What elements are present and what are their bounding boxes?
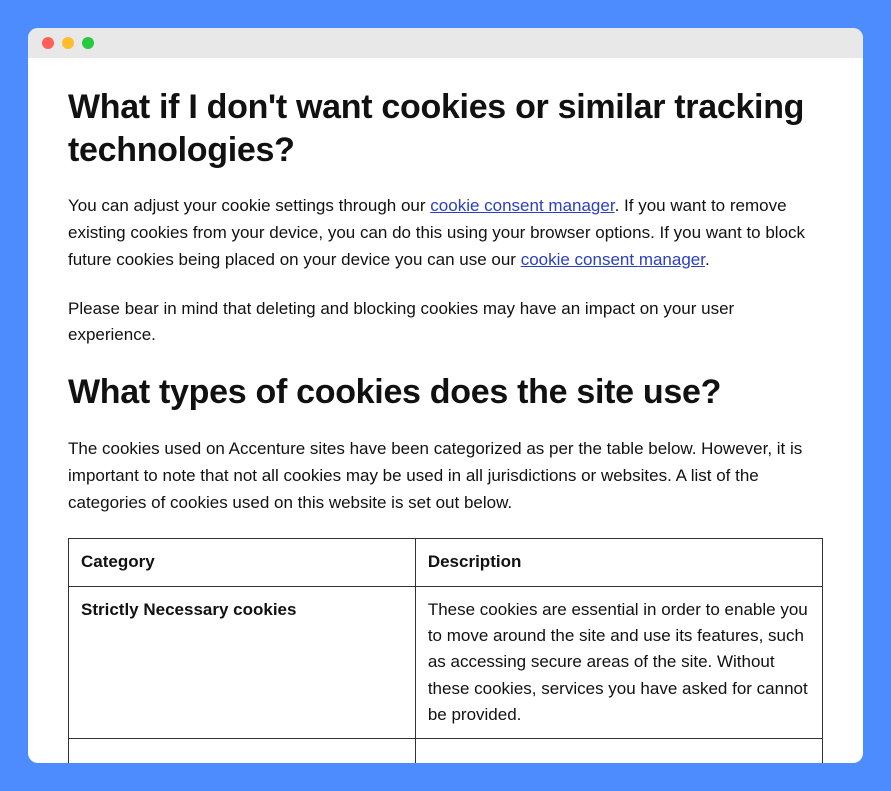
text-fragment: . [705,250,710,269]
section1-paragraph1: You can adjust your cookie settings thro… [68,193,823,274]
text-fragment: You can adjust your cookie settings thro… [68,196,430,215]
table-cell-description [415,739,822,763]
table-header-description: Description [415,539,822,586]
table-header-category: Category [69,539,416,586]
close-icon[interactable] [42,37,54,49]
table-cell-category [69,739,416,763]
table-row: Strictly Necessary cookies These cookies… [69,586,823,739]
cookie-consent-manager-link[interactable]: cookie consent manager [430,196,614,215]
page-content: What if I don't want cookies or similar … [28,58,863,763]
section1-paragraph2: Please bear in mind that deleting and bl… [68,296,823,350]
table-cell-category: Strictly Necessary cookies [69,586,416,739]
window-titlebar [28,28,863,58]
maximize-icon[interactable] [82,37,94,49]
cookie-categories-table: Category Description Strictly Necessary … [68,538,823,763]
section-heading-2: What types of cookies does the site use? [68,371,823,414]
browser-window: What if I don't want cookies or similar … [28,28,863,763]
minimize-icon[interactable] [62,37,74,49]
cookie-consent-manager-link-2[interactable]: cookie consent manager [521,250,705,269]
table-cell-description: These cookies are essential in order to … [415,586,822,739]
table-header-row: Category Description [69,539,823,586]
table-row [69,739,823,763]
section-heading-1: What if I don't want cookies or similar … [68,86,823,171]
section2-paragraph1: The cookies used on Accenture sites have… [68,436,823,517]
